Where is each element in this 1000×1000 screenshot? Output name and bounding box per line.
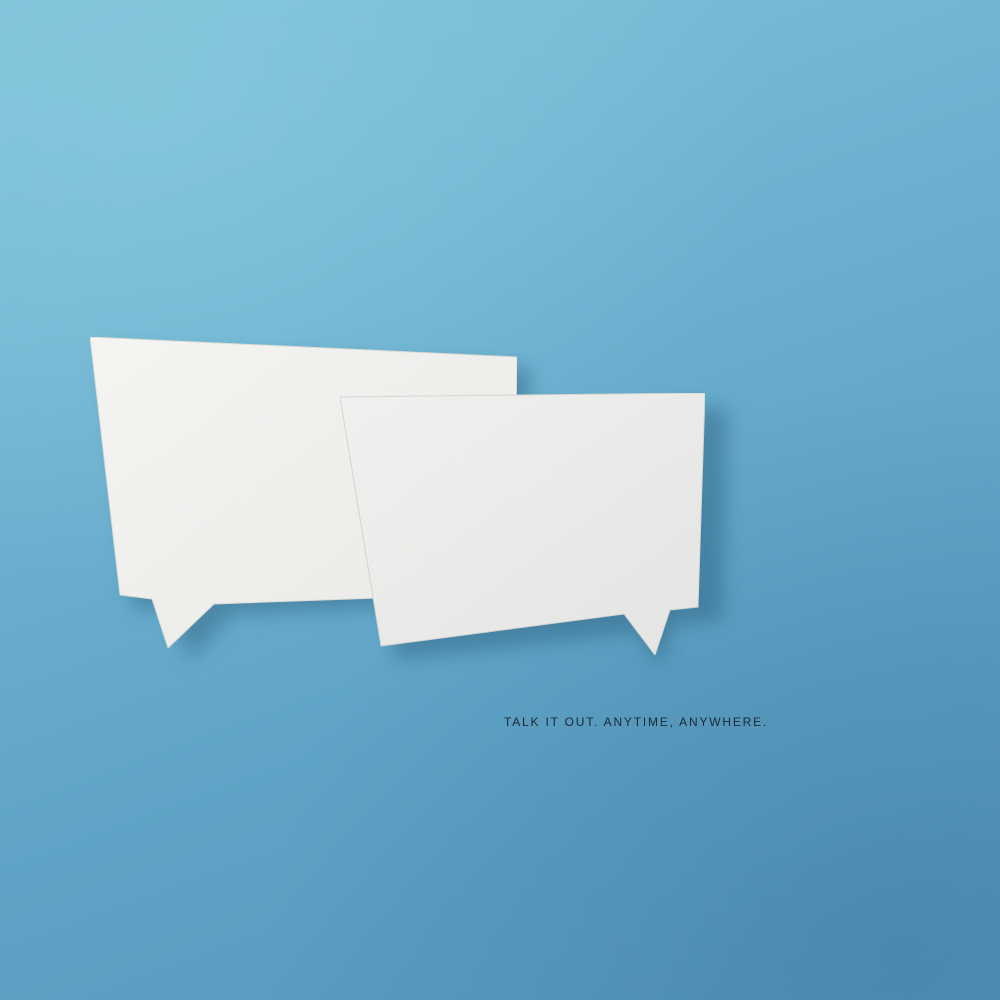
speech-bubbles-illustration: [89, 336, 728, 668]
tagline-text: TALK IT OUT. ANYTIME, ANYWHERE.: [504, 715, 769, 729]
poster-scene: TALK IT OUT. ANYTIME, ANYWHERE.: [0, 0, 1000, 1000]
right-speech-bubble: [339, 392, 706, 657]
